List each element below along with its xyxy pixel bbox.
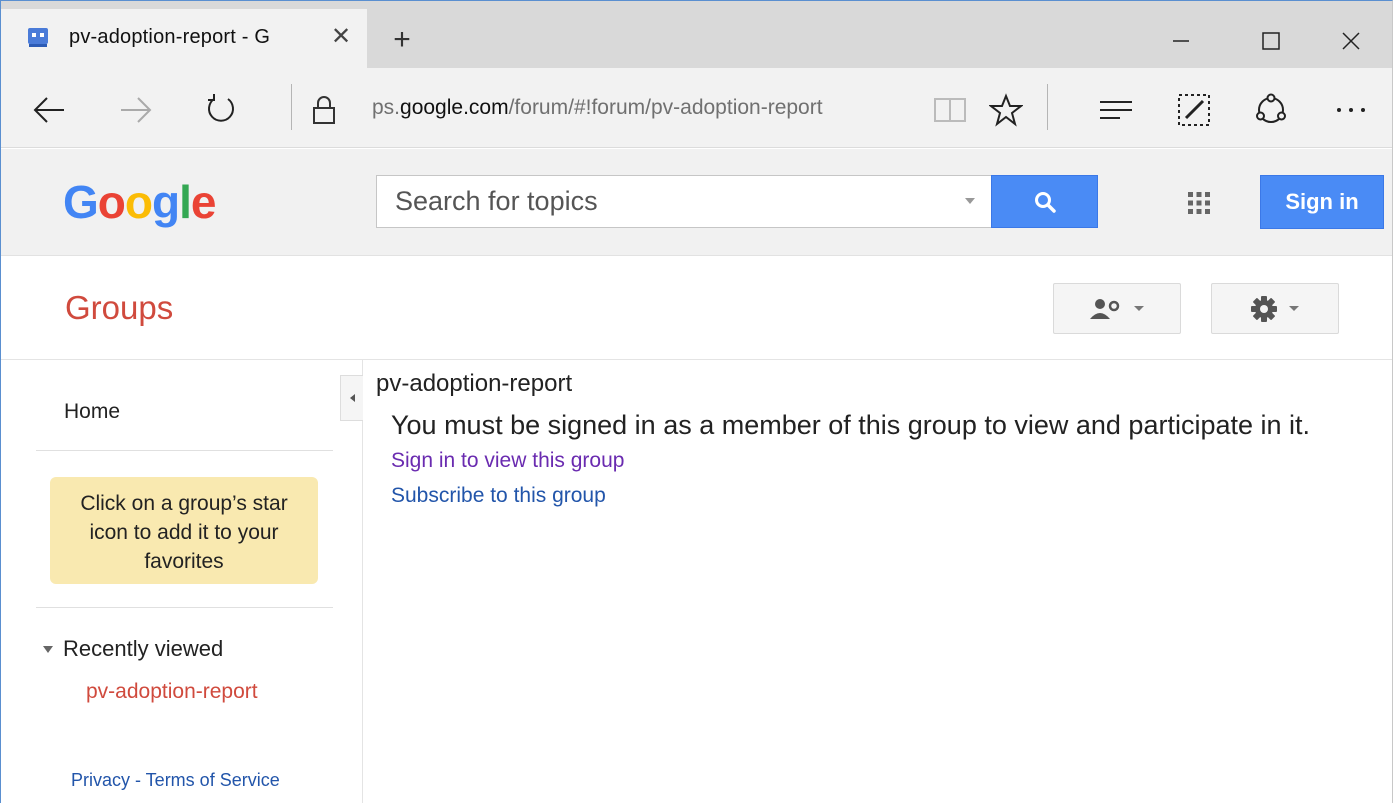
divider xyxy=(36,450,333,451)
settings-button[interactable] xyxy=(1211,283,1339,334)
user-settings-button[interactable] xyxy=(1053,283,1181,334)
subscribe-link[interactable]: Subscribe to this group xyxy=(391,484,606,508)
search-box xyxy=(376,175,992,228)
address-prefix: ps. xyxy=(372,96,401,119)
web-note-icon[interactable] xyxy=(1174,90,1214,130)
hub-icon[interactable] xyxy=(1096,90,1136,130)
search-input[interactable] xyxy=(377,176,957,227)
gear-icon xyxy=(1251,295,1277,322)
user-settings-icon xyxy=(1090,298,1120,319)
sidebar-item-home[interactable]: Home xyxy=(64,400,120,424)
divider xyxy=(36,607,333,608)
browser-tab[interactable]: pv-adoption-report - G ✕ xyxy=(1,9,367,68)
refresh-icon[interactable] xyxy=(201,90,241,130)
chevron-down-icon xyxy=(1289,306,1299,311)
favorites-tip-line: icon to add it to your xyxy=(89,521,279,544)
chevron-down-icon xyxy=(1134,306,1144,311)
favorites-tip-line: favorites xyxy=(144,550,224,573)
collapse-sidebar-button[interactable] xyxy=(340,375,363,421)
minimize-icon[interactable] xyxy=(1161,21,1201,61)
recent-group-link[interactable]: pv-adoption-report xyxy=(86,680,258,704)
navigation-bar: ps.google.com/forum/#!forum/pv-adoption-… xyxy=(1,68,1392,148)
forward-arrow-icon[interactable] xyxy=(116,90,156,130)
star-icon[interactable] xyxy=(986,90,1026,130)
chevron-left-icon xyxy=(349,394,355,402)
tab-title: pv-adoption-report - G xyxy=(69,26,271,48)
window-close-icon[interactable] xyxy=(1331,21,1371,61)
address-host: google.com xyxy=(400,96,509,119)
groups-title[interactable]: Groups xyxy=(65,289,173,327)
nav-separator xyxy=(291,84,292,130)
access-message: You must be signed in as a member of thi… xyxy=(391,410,1311,440)
plus-icon[interactable]: + xyxy=(384,22,420,58)
browser-window: pv-adoption-report - G ✕ + ps.google.com… xyxy=(0,0,1393,803)
lock-icon[interactable] xyxy=(304,90,344,130)
maximize-icon[interactable] xyxy=(1251,21,1291,61)
back-arrow-icon[interactable] xyxy=(29,90,69,130)
address-bar[interactable]: ps.google.com/forum/#!forum/pv-adoption-… xyxy=(372,96,912,120)
title-bar: pv-adoption-report - G ✕ + xyxy=(1,1,1392,68)
group-name: pv-adoption-report xyxy=(376,370,573,397)
apps-grid-icon[interactable] xyxy=(1187,191,1211,215)
more-icon[interactable] xyxy=(1331,90,1371,130)
share-icon[interactable] xyxy=(1251,90,1291,130)
left-sidebar: Home Click on a group’s star icon to add… xyxy=(1,360,363,803)
favorites-tip-line: Click on a group’s star xyxy=(80,492,288,515)
recently-viewed-toggle[interactable]: Recently viewed xyxy=(43,636,223,662)
search-button[interactable] xyxy=(991,175,1098,228)
google-header: Google Sign in xyxy=(1,149,1392,256)
recently-viewed-label: Recently viewed xyxy=(63,636,224,661)
caret-down-icon xyxy=(43,645,53,653)
sign-in-button[interactable]: Sign in xyxy=(1260,175,1384,229)
nav-separator-2 xyxy=(1047,84,1048,130)
google-logo[interactable]: Google xyxy=(63,175,216,229)
address-path: /forum/#!forum/pv-adoption-report xyxy=(508,96,823,119)
footer-links[interactable]: Privacy - Terms of Service xyxy=(71,770,280,791)
sign-in-to-view-link[interactable]: Sign in to view this group xyxy=(391,449,624,473)
favorites-tip: Click on a group’s star icon to add it t… xyxy=(50,477,318,584)
close-icon[interactable]: ✕ xyxy=(326,22,356,52)
search-dropdown-caret[interactable] xyxy=(965,198,975,204)
search-icon xyxy=(1034,191,1056,213)
reading-view-icon[interactable] xyxy=(930,90,970,130)
google-groups-favicon xyxy=(28,28,48,47)
